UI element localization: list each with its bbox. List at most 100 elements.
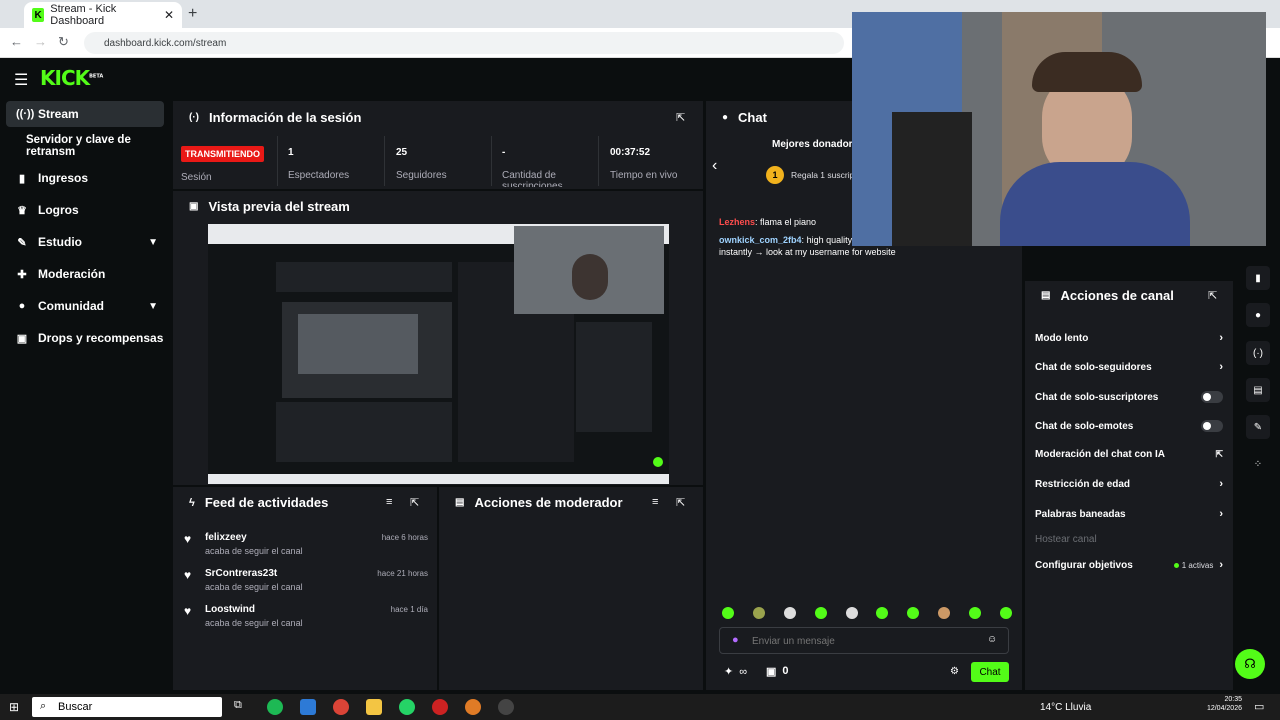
- rail-chat-icon[interactable]: ●: [1246, 303, 1270, 327]
- folder-icon[interactable]: [366, 699, 382, 715]
- emote-icon[interactable]: [938, 607, 951, 619]
- channel-actions-header: ▤ Acciones de canal: [1041, 288, 1174, 303]
- action-ai-moderation[interactable]: Moderación del chat con IA ⇱: [1035, 449, 1223, 460]
- webcam-shirt: [1000, 162, 1190, 246]
- url-field[interactable]: dashboard.kick.com/stream: [84, 32, 844, 54]
- rail-list-icon[interactable]: ▤: [1246, 378, 1270, 402]
- session-label: Sesión: [181, 172, 212, 183]
- webcam-overlay: [852, 12, 1266, 246]
- sidebar-item-ingresos[interactable]: ▮ Ingresos: [6, 165, 164, 191]
- whatsapp-icon[interactable]: [399, 699, 415, 715]
- close-tab-icon[interactable]: ✕: [164, 8, 174, 22]
- sidebar-item-drops[interactable]: ▣ Drops y recompensas: [6, 325, 164, 351]
- kick-logo[interactable]: KICKBETA: [40, 66, 103, 90]
- forward-icon[interactable]: →: [34, 34, 47, 49]
- rail-document-icon[interactable]: ▮: [1246, 266, 1270, 290]
- chart-icon: ▮: [18, 172, 26, 185]
- notifications-icon[interactable]: ▭: [1254, 700, 1264, 713]
- gear-icon[interactable]: ⚙: [950, 666, 959, 677]
- chevron-right-icon: ›: [1219, 508, 1223, 520]
- emote-icon[interactable]: [752, 607, 765, 619]
- stat-value: 00:37:52: [610, 147, 651, 158]
- microphone-icon[interactable]: ●: [732, 634, 739, 646]
- sidebar-item-stream[interactable]: ((·)) Stream: [6, 101, 164, 127]
- stat-label: Espectadores: [288, 170, 350, 181]
- sidebar-item-label: Ingresos: [38, 171, 89, 185]
- action-followers-only[interactable]: Chat de solo-seguidores ›: [1035, 361, 1223, 373]
- logo-badge: BETA: [89, 73, 104, 80]
- preview-taskbar: [208, 474, 669, 484]
- broadcast-icon: (·): [189, 112, 199, 123]
- spotify-icon[interactable]: [267, 699, 283, 715]
- support-headset-icon[interactable]: ☊: [1235, 649, 1265, 679]
- heart-icon: ♥: [184, 568, 192, 582]
- emote-icon[interactable]: [969, 607, 981, 619]
- top-donors-label: Mejores donadores: [772, 139, 864, 150]
- sidebar-item-moderacion[interactable]: ✚ Moderación: [6, 261, 164, 287]
- chat-user[interactable]: Lezhens: [719, 217, 755, 227]
- chevron-left-icon[interactable]: ‹: [712, 157, 717, 175]
- filter-icon[interactable]: ≡: [386, 496, 392, 508]
- sidebar-item-label: Estudio: [38, 235, 82, 249]
- action-label: Chat de solo-emotes: [1035, 420, 1134, 432]
- stream-preview[interactable]: [208, 224, 669, 484]
- emote-icon[interactable]: [783, 607, 796, 619]
- feed-action: acaba de seguir el canal: [205, 618, 303, 628]
- chat-input[interactable]: [752, 633, 972, 649]
- gift-counter[interactable]: ▣ 0: [766, 665, 789, 678]
- emotes-only-toggle[interactable]: [1201, 420, 1223, 432]
- subs-only-toggle[interactable]: [1201, 391, 1223, 403]
- popout-icon[interactable]: ⇱: [1208, 289, 1217, 302]
- stat-value: 25: [396, 147, 408, 158]
- action-label: Hostear canal: [1035, 534, 1097, 545]
- chat-bubble-icon: ●: [722, 112, 729, 123]
- wand-icon: ✎: [17, 236, 27, 249]
- sidebar-item-server-key[interactable]: Servidor y clave de retransm: [6, 133, 164, 159]
- rail-broadcast-icon[interactable]: (·): [1246, 341, 1270, 365]
- popout-icon[interactable]: ⇱: [676, 111, 685, 124]
- donor-rank-badge: 1: [766, 166, 784, 184]
- app-icon[interactable]: [432, 699, 448, 715]
- rail-wrench-icon[interactable]: ✎: [1246, 415, 1270, 439]
- sidebar-item-comunidad[interactable]: ● Comunidad ▼: [6, 293, 164, 319]
- sidebar-item-label: Comunidad: [38, 299, 104, 313]
- popout-icon[interactable]: ⇱: [676, 496, 685, 509]
- weather-text[interactable]: 14°C Lluvia: [1040, 702, 1091, 713]
- sidebar-item-estudio[interactable]: ✎ Estudio ▼: [6, 229, 164, 255]
- rail-users-icon[interactable]: ⁘: [1246, 452, 1270, 476]
- reload-icon[interactable]: ↻: [58, 34, 69, 50]
- back-icon[interactable]: ←: [10, 34, 23, 49]
- taskbar-clock[interactable]: 20:35 12/04/2026: [1200, 696, 1242, 712]
- action-goals[interactable]: Configurar objetivos 1 activas ›: [1035, 559, 1223, 571]
- chat-user[interactable]: ownkick_com_2fb4: [719, 235, 802, 245]
- emote-icon[interactable]: [907, 607, 920, 619]
- stat-divider: [384, 136, 385, 186]
- action-banned-words[interactable]: Palabras baneadas ›: [1035, 508, 1223, 520]
- menu-icon[interactable]: ☰: [14, 70, 28, 90]
- emoji-icon[interactable]: ☺: [987, 634, 997, 645]
- filter-icon[interactable]: ≡: [652, 496, 658, 508]
- taskbar-search[interactable]: ⌕ Buscar: [32, 697, 222, 717]
- emote-icon[interactable]: [999, 607, 1012, 619]
- points-display[interactable]: ✦ ∞: [724, 665, 747, 679]
- app-icon[interactable]: [465, 699, 481, 715]
- emote-icon[interactable]: [876, 607, 889, 619]
- windows-start-icon[interactable]: ⊞: [9, 700, 19, 714]
- goals-badge-text: 1 activas: [1181, 560, 1214, 570]
- browser-tab[interactable]: K Stream - Kick Dashboard ✕: [24, 2, 182, 28]
- task-view-icon[interactable]: ⧉: [234, 699, 242, 712]
- popout-icon[interactable]: ⇱: [410, 496, 419, 509]
- action-slow-mode[interactable]: Modo lento ›: [1035, 332, 1223, 344]
- chrome-icon[interactable]: [333, 699, 349, 715]
- emote-icon[interactable]: [722, 607, 734, 619]
- action-age-restriction[interactable]: Restricción de edad ›: [1035, 478, 1223, 490]
- live-badge: TRANSMITIENDO: [181, 146, 264, 162]
- chevron-down-icon: ▼: [148, 236, 158, 248]
- sidebar-item-logros[interactable]: ♛ Logros: [6, 197, 164, 223]
- emote-icon[interactable]: [845, 607, 858, 619]
- new-tab-icon[interactable]: +: [188, 5, 197, 23]
- obs-icon[interactable]: [498, 699, 514, 715]
- store-icon[interactable]: [300, 699, 316, 715]
- chat-send-button[interactable]: Chat: [971, 662, 1009, 682]
- emote-icon[interactable]: [814, 607, 827, 619]
